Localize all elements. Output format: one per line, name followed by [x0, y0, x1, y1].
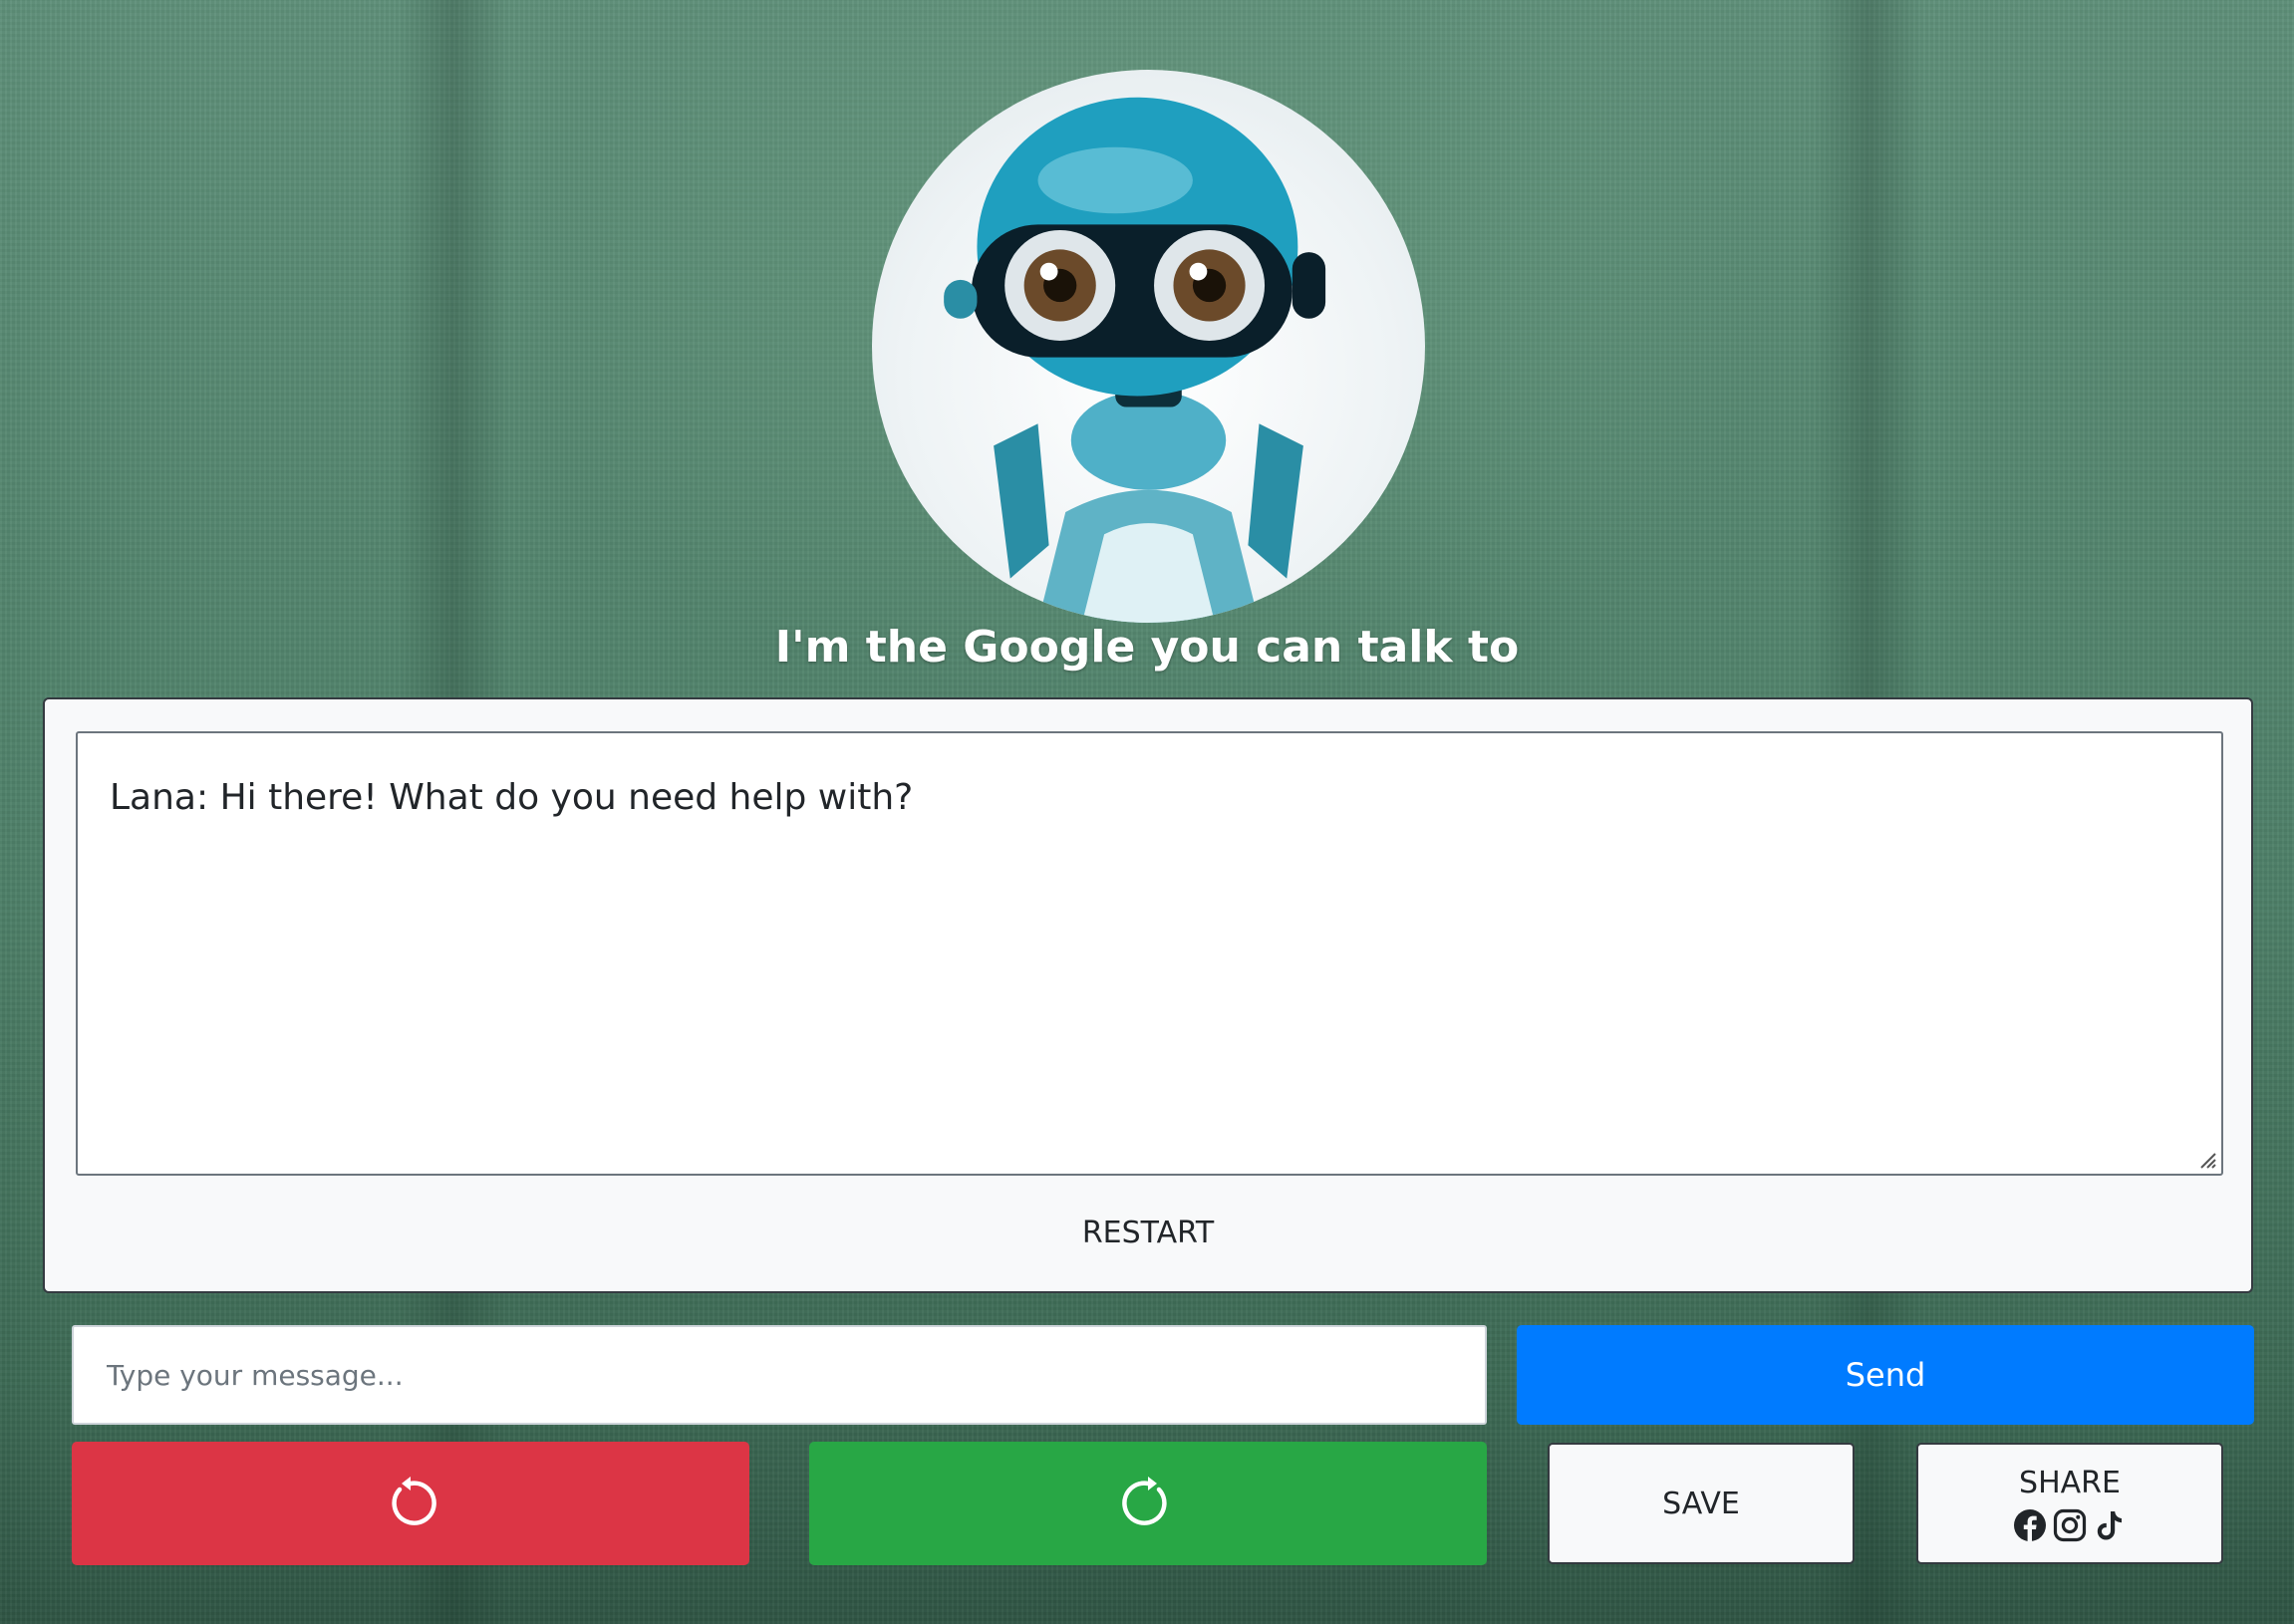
- chat-transcript[interactable]: Lana: Hi there! What do you need help wi…: [76, 731, 2223, 1176]
- save-button-label: SAVE: [1662, 1486, 1740, 1521]
- chat-panel: Lana: Hi there! What do you need help wi…: [43, 697, 2253, 1293]
- save-button[interactable]: SAVE: [1548, 1443, 1855, 1564]
- share-button-label: SHARE: [2019, 1465, 2121, 1500]
- undo-arrow-icon: [392, 1477, 436, 1525]
- send-button[interactable]: Send: [1517, 1325, 2254, 1425]
- restart-button[interactable]: RESTART: [45, 1216, 2251, 1250]
- share-button[interactable]: SHARE: [1916, 1443, 2223, 1564]
- redo-button[interactable]: [809, 1442, 1487, 1565]
- resize-handle-icon[interactable]: [2195, 1148, 2217, 1170]
- share-icons: [2013, 1508, 2127, 1542]
- facebook-icon: [2013, 1508, 2047, 1542]
- message-input[interactable]: [72, 1325, 1487, 1425]
- robot-avatar: [872, 70, 1425, 623]
- undo-button[interactable]: [72, 1442, 749, 1565]
- tiktok-icon: [2093, 1508, 2127, 1542]
- page-tagline: I'm the Google you can talk to: [774, 622, 1520, 673]
- chat-message: Lana: Hi there! What do you need help wi…: [110, 777, 914, 818]
- robot-icon: [944, 97, 1326, 623]
- redo-arrow-icon: [1122, 1477, 1167, 1525]
- instagram-icon: [2053, 1508, 2087, 1542]
